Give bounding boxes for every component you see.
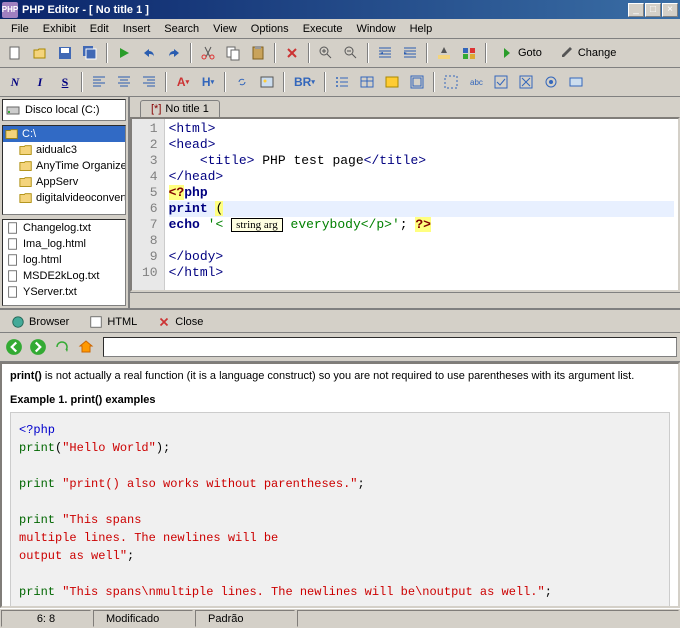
indent-left-button[interactable] [374, 42, 396, 64]
folder-tree[interactable]: C:\aidualc3AnyTime OrganizerAppServdigit… [2, 125, 126, 215]
titlebar: PHP PHP Editor - [ No title 1 ] _ □ × [0, 0, 680, 19]
menu-edit[interactable]: Edit [83, 21, 116, 37]
form-button[interactable] [381, 71, 403, 93]
underline-button[interactable]: S [54, 71, 76, 93]
undo-button[interactable] [138, 42, 160, 64]
tab-html[interactable]: HTML [80, 312, 146, 332]
zoom-out-button[interactable] [340, 42, 362, 64]
goto-button[interactable]: Goto [492, 42, 549, 64]
svg-text:abc: abc [470, 78, 483, 87]
tab-browser[interactable]: Browser [2, 312, 78, 332]
menu-window[interactable]: Window [349, 21, 402, 37]
menubar: FileExhibitEditInsertSearchViewOptionsEx… [0, 19, 680, 39]
minimize-button[interactable]: _ [628, 3, 644, 17]
menu-search[interactable]: Search [157, 21, 206, 37]
align-right-button[interactable] [138, 71, 160, 93]
cut-button[interactable] [197, 42, 219, 64]
file-item[interactable]: Ima_log.html [3, 236, 125, 252]
paste-button[interactable] [247, 42, 269, 64]
refresh-button[interactable] [51, 336, 73, 358]
bold-button[interactable]: N [4, 71, 26, 93]
zoom-in-button[interactable] [315, 42, 337, 64]
maximize-button[interactable]: □ [645, 3, 661, 17]
new-button[interactable] [4, 42, 26, 64]
image-button[interactable] [256, 71, 278, 93]
font-color-button[interactable]: A▾ [172, 71, 194, 93]
link-button[interactable] [231, 71, 253, 93]
tree-item[interactable]: C:\ [3, 126, 125, 142]
statusbar: 6: 8 Modificado Padrão [0, 608, 680, 628]
tree-item[interactable]: aidualc3 [3, 142, 125, 158]
code-editor[interactable]: 12345678910 <html><head> <title> PHP tes… [130, 117, 680, 292]
browser-toolbar [0, 333, 680, 362]
menu-exhibit[interactable]: Exhibit [36, 21, 83, 37]
redo-button[interactable] [163, 42, 185, 64]
menu-execute[interactable]: Execute [296, 21, 350, 37]
check-button[interactable] [490, 71, 512, 93]
home-button[interactable] [75, 336, 97, 358]
tree-item[interactable]: AnyTime Organizer [3, 158, 125, 174]
props-button[interactable] [458, 42, 480, 64]
align-left-button[interactable] [88, 71, 110, 93]
frame-button[interactable] [406, 71, 428, 93]
sidebar: Disco local (C:) C:\aidualc3AnyTime Orga… [0, 97, 130, 308]
tree-item[interactable]: digitalvideoconvert [3, 190, 125, 206]
delete-button[interactable] [281, 42, 303, 64]
file-item[interactable]: log.html [3, 252, 125, 268]
run-button[interactable] [113, 42, 135, 64]
editor-tabs: [*]No title 1 [130, 97, 680, 117]
toolbar-1: Goto Change [0, 39, 680, 68]
color-button[interactable] [433, 42, 455, 64]
radio-button[interactable] [515, 71, 537, 93]
save-button[interactable] [54, 42, 76, 64]
menu-help[interactable]: Help [403, 21, 440, 37]
app-icon: PHP [2, 2, 18, 18]
list-ul-button[interactable] [331, 71, 353, 93]
menu-options[interactable]: Options [244, 21, 296, 37]
align-center-button[interactable] [113, 71, 135, 93]
file-list[interactable]: Changelog.txtIma_log.htmllog.htmlMSDE2kL… [2, 219, 126, 306]
change-button[interactable]: Change [552, 42, 624, 64]
target-button[interactable] [540, 71, 562, 93]
bottom-tabs: Browser HTML Close [0, 310, 680, 333]
menu-insert[interactable]: Insert [116, 21, 158, 37]
menu-file[interactable]: File [4, 21, 36, 37]
close-window-button[interactable]: × [662, 3, 678, 17]
table-button[interactable] [356, 71, 378, 93]
address-bar[interactable] [103, 337, 677, 357]
italic-button[interactable]: I [29, 71, 51, 93]
tab-close[interactable]: Close [148, 312, 212, 332]
indent-right-button[interactable] [399, 42, 421, 64]
help-content[interactable]: print() is not actually a real function … [0, 362, 680, 608]
menu-view[interactable]: View [206, 21, 244, 37]
file-item[interactable]: Changelog.txt [3, 220, 125, 236]
bookmark-button[interactable] [565, 71, 587, 93]
abc-button[interactable]: abc [465, 71, 487, 93]
open-button[interactable] [29, 42, 51, 64]
file-item[interactable]: MSDE2kLog.txt [3, 268, 125, 284]
copy-button[interactable] [222, 42, 244, 64]
tree-item[interactable]: AppServ [3, 174, 125, 190]
file-item[interactable]: YServer.txt [3, 284, 125, 300]
heading-button[interactable]: H ▾ [197, 71, 219, 93]
drive-select[interactable]: Disco local (C:) [2, 99, 126, 121]
mode-status: Padrão [195, 610, 295, 627]
saveall-button[interactable] [79, 42, 101, 64]
title-text: PHP Editor - [ No title 1 ] [22, 4, 628, 16]
back-button[interactable] [3, 336, 25, 358]
br-button[interactable]: BR ▾ [290, 71, 319, 93]
forward-button[interactable] [27, 336, 49, 358]
modified-status: Modificado [93, 610, 193, 627]
cursor-position: 6: 8 [1, 610, 91, 627]
tab-notitle1[interactable]: [*]No title 1 [140, 100, 220, 117]
toolbar-2: N I S A▾ H ▾ BR ▾ abc [0, 68, 680, 97]
status-spacer [297, 610, 679, 627]
horizontal-scrollbar[interactable] [130, 292, 680, 308]
select-button[interactable] [440, 71, 462, 93]
